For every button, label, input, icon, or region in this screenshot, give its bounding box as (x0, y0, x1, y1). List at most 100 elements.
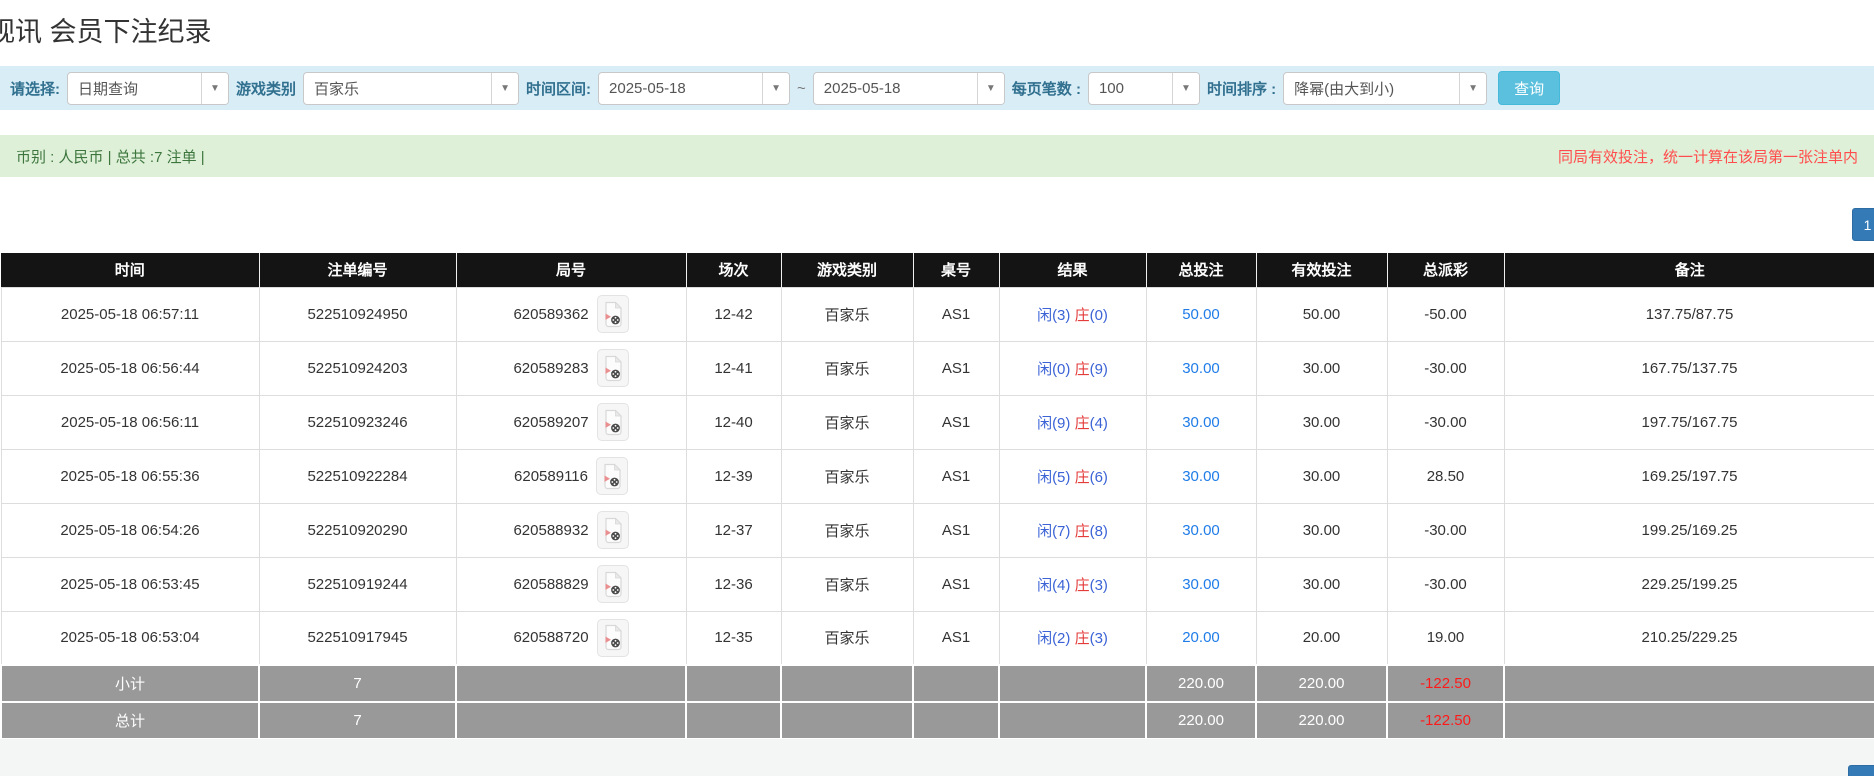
cell-game-type: 百家乐 (781, 611, 913, 665)
cell-bet-id: 522510923246 (259, 395, 456, 449)
video-replay-icon[interactable] (597, 619, 629, 657)
query-button[interactable]: 查询 (1498, 71, 1560, 105)
date-to-select[interactable]: 2025-05-18 ▼ (813, 72, 1005, 105)
cell-remark: 137.75/87.75 (1504, 287, 1874, 341)
cell-valid-bet: 20.00 (1256, 611, 1387, 665)
cell-payout: 19.00 (1387, 611, 1504, 665)
cell-time: 2025-05-18 06:54:26 (1, 503, 259, 557)
sort-order-select[interactable]: 降幂(由大到小) ▼ (1283, 72, 1487, 105)
game-type-select[interactable]: 百家乐 ▼ (303, 72, 519, 105)
chevron-down-icon[interactable]: ▼ (201, 73, 228, 104)
date-from-select[interactable]: 2025-05-18 ▼ (598, 72, 790, 105)
cell-table-no: AS1 (913, 611, 999, 665)
date-range-tilde: ~ (797, 80, 806, 97)
subtotal-empty (913, 665, 999, 702)
total-bet-link[interactable]: 30.00 (1182, 414, 1220, 431)
total-bet-link[interactable]: 30.00 (1182, 360, 1220, 377)
cell-valid-bet: 30.00 (1256, 395, 1387, 449)
cell-valid-bet: 50.00 (1256, 287, 1387, 341)
grand-total-row: 总计 7 220.00 220.00 -122.50 (1, 702, 1874, 739)
cell-time: 2025-05-18 06:53:04 (1, 611, 259, 665)
chevron-down-icon[interactable]: ▼ (977, 73, 1004, 104)
cell-time: 2025-05-18 06:55:36 (1, 449, 259, 503)
cell-time: 2025-05-18 06:53:45 (1, 557, 259, 611)
pagination-page-1-top[interactable]: 1 (1852, 208, 1874, 241)
cell-session: 12-35 (686, 611, 781, 665)
cell-time: 2025-05-18 06:56:11 (1, 395, 259, 449)
page-size-label: 每页笔数 : (1012, 78, 1081, 99)
column-header: 局号 (456, 253, 686, 287)
video-replay-icon[interactable] (597, 403, 629, 441)
grand-total-empty (999, 702, 1146, 739)
round-id-text: 620589207 (513, 414, 588, 431)
cell-round-id: 620589116 (456, 449, 686, 503)
cell-session: 12-41 (686, 341, 781, 395)
column-header: 备注 (1504, 253, 1874, 287)
chevron-down-icon[interactable]: ▼ (1172, 73, 1199, 104)
video-replay-icon[interactable] (597, 565, 629, 603)
cell-total-bet: 30.00 (1146, 503, 1256, 557)
table-row: 2025-05-18 06:57:11 522510924950 6205893… (1, 287, 1874, 341)
cell-remark: 229.25/199.25 (1504, 557, 1874, 611)
total-bet-link[interactable]: 50.00 (1182, 306, 1220, 323)
total-bet-link[interactable]: 20.00 (1182, 629, 1220, 646)
result-banker-num: (3) (1090, 630, 1108, 647)
cell-valid-bet: 30.00 (1256, 341, 1387, 395)
grand-total-payout: -122.50 (1387, 702, 1504, 739)
total-bet-link[interactable]: 30.00 (1182, 576, 1220, 593)
cell-game-type: 百家乐 (781, 557, 913, 611)
chevron-down-icon[interactable]: ▼ (491, 73, 518, 104)
result-banker: 庄 (1075, 415, 1090, 432)
cell-result: 闲(9) 庄(4) (999, 395, 1146, 449)
page-title: 视讯 会员下注纪录 (0, 10, 212, 49)
bet-records-table: 时间注单编号局号场次游戏类别桌号结果总投注有效投注总派彩备注 2025-05-1… (0, 253, 1874, 740)
page-size-select[interactable]: 100 ▼ (1088, 72, 1200, 105)
result-player: 闲(7) (1037, 523, 1070, 540)
game-type-value: 百家乐 (304, 73, 491, 104)
video-replay-icon[interactable] (596, 457, 628, 495)
column-header: 游戏类别 (781, 253, 913, 287)
cell-payout: -30.00 (1387, 341, 1504, 395)
subtotal-payout: -122.50 (1387, 665, 1504, 702)
cell-bet-id: 522510924203 (259, 341, 456, 395)
cell-bet-id: 522510924950 (259, 287, 456, 341)
grand-total-count: 7 (259, 702, 456, 739)
query-mode-select[interactable]: 日期查询 ▼ (67, 72, 229, 105)
subtotal-empty (686, 665, 781, 702)
video-replay-icon[interactable] (597, 349, 629, 387)
cell-total-bet: 30.00 (1146, 557, 1256, 611)
select-mode-label: 请选择: (10, 78, 60, 99)
result-banker: 庄 (1075, 361, 1090, 378)
round-id-text: 620589283 (513, 360, 588, 377)
column-header: 注单编号 (259, 253, 456, 287)
page-size-value: 100 (1089, 73, 1172, 104)
result-banker-num: (4) (1090, 415, 1108, 432)
cell-valid-bet: 30.00 (1256, 503, 1387, 557)
round-id-text: 620589116 (514, 468, 588, 485)
grand-total-empty (781, 702, 913, 739)
cell-valid-bet: 30.00 (1256, 557, 1387, 611)
cell-game-type: 百家乐 (781, 341, 913, 395)
round-id-text: 620588932 (513, 522, 588, 539)
result-player: 闲(9) (1037, 415, 1070, 432)
query-mode-value: 日期查询 (68, 73, 201, 104)
table-header-row: 时间注单编号局号场次游戏类别桌号结果总投注有效投注总派彩备注 (1, 253, 1874, 287)
pagination-page-1-bottom[interactable]: 1 (1848, 765, 1874, 776)
cell-total-bet: 30.00 (1146, 449, 1256, 503)
chevron-down-icon[interactable]: ▼ (762, 73, 789, 104)
result-banker-num: (8) (1090, 523, 1108, 540)
chevron-down-icon[interactable]: ▼ (1459, 73, 1486, 104)
result-player: 闲(2) (1037, 630, 1070, 647)
cell-table-no: AS1 (913, 341, 999, 395)
cell-result: 闲(7) 庄(8) (999, 503, 1146, 557)
table-row: 2025-05-18 06:56:44 522510924203 6205892… (1, 341, 1874, 395)
video-replay-icon[interactable] (597, 511, 629, 549)
column-header: 桌号 (913, 253, 999, 287)
cell-remark: 210.25/229.25 (1504, 611, 1874, 665)
cell-time: 2025-05-18 06:57:11 (1, 287, 259, 341)
total-bet-link[interactable]: 30.00 (1182, 468, 1220, 485)
result-banker: 庄 (1075, 630, 1090, 647)
total-bet-link[interactable]: 30.00 (1182, 522, 1220, 539)
video-replay-icon[interactable] (597, 295, 629, 333)
column-header: 总派彩 (1387, 253, 1504, 287)
